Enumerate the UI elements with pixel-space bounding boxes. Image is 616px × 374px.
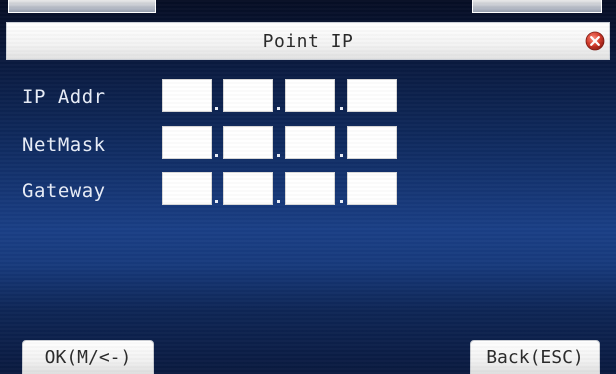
netmask-dot [215, 154, 218, 157]
back-button[interactable]: Back(ESC) [470, 340, 600, 374]
gateway-octet-1[interactable] [162, 172, 212, 205]
netmask-octet-2[interactable] [223, 126, 273, 159]
gateway-octet-2[interactable] [223, 172, 273, 205]
previous-screen-edge-left [8, 0, 156, 13]
ip-addr-dot [215, 107, 218, 110]
ok-button[interactable]: OK(M/<-) [22, 340, 154, 374]
netmask-octet-3[interactable] [285, 126, 335, 159]
ip-addr-label: IP Addr [22, 86, 106, 108]
gateway-dot [277, 200, 280, 203]
gateway-dot [340, 200, 343, 203]
ip-addr-octet-4[interactable] [347, 79, 397, 112]
gateway-dot [215, 200, 218, 203]
close-icon[interactable] [585, 31, 605, 51]
window-title: Point IP [262, 31, 354, 52]
gateway-octet-4[interactable] [347, 172, 397, 205]
netmask-label: NetMask [22, 134, 106, 156]
ip-addr-octet-2[interactable] [223, 79, 273, 112]
netmask-dot [277, 154, 280, 157]
netmask-dot [340, 154, 343, 157]
netmask-octet-1[interactable] [162, 126, 212, 159]
ip-addr-dot [277, 107, 280, 110]
netmask-octet-4[interactable] [347, 126, 397, 159]
title-bar: Point IP [6, 22, 610, 60]
gateway-octet-3[interactable] [285, 172, 335, 205]
gateway-label: Gateway [22, 180, 106, 202]
ip-addr-dot [340, 107, 343, 110]
ip-addr-octet-1[interactable] [162, 79, 212, 112]
ip-addr-octet-3[interactable] [285, 79, 335, 112]
previous-screen-edge-right [472, 0, 602, 13]
device-screen: Point IP IP Addr NetMask Gateway OK(M/<-… [0, 0, 616, 374]
